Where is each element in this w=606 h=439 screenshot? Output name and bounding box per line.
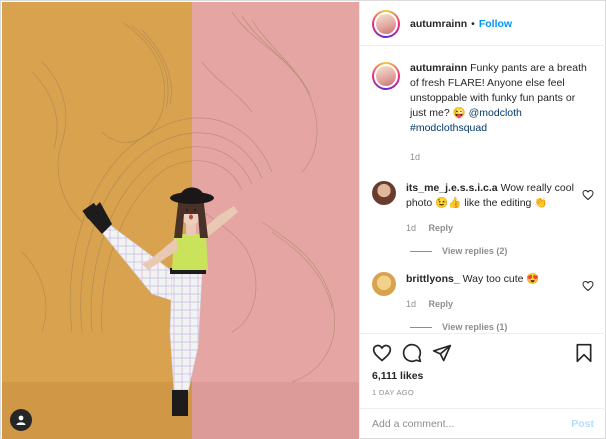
reply-button[interactable]: Reply — [429, 299, 454, 309]
comment-item: brittlyons_ Way too cute 😍 1d Reply — [372, 272, 594, 312]
comment-username[interactable]: brittlyons_ — [406, 273, 460, 285]
post-button[interactable]: Post — [571, 418, 594, 430]
header-username[interactable]: autumrainn — [410, 18, 467, 30]
post-timestamp[interactable]: 1 DAY AGO — [372, 388, 594, 397]
caption-hashtag[interactable]: #modclothsquad — [410, 122, 487, 134]
comment-time[interactable]: 1d — [406, 223, 416, 233]
comment-time[interactable]: 1d — [406, 299, 416, 309]
heart-icon[interactable] — [582, 189, 594, 201]
view-replies-label: View replies (1) — [442, 322, 508, 332]
caption-time[interactable]: 1d — [410, 152, 420, 162]
follow-button[interactable]: Follow — [479, 18, 512, 30]
post-side-panel: autumrainn • Follow autumrainn Funky pan… — [359, 2, 606, 439]
comment-item: its_me_j.e.s.s.i.c.a Wow really cool pho… — [372, 181, 594, 236]
comment-input[interactable] — [372, 418, 572, 430]
instagram-post: autumrainn • Follow autumrainn Funky pan… — [0, 0, 606, 439]
caption-avatar[interactable] — [372, 62, 400, 90]
view-replies-label: View replies (2) — [442, 246, 508, 256]
caption-meta: 1d — [410, 150, 594, 165]
comment-text: Way too cute 😍 — [462, 273, 540, 285]
view-replies-button[interactable]: View replies (1) — [410, 322, 594, 332]
bookmark-icon[interactable] — [574, 343, 594, 363]
comment-icon[interactable] — [402, 343, 422, 363]
post-header: autumrainn • Follow — [360, 2, 606, 46]
heart-icon[interactable] — [582, 280, 594, 292]
comment-avatar[interactable] — [372, 181, 396, 205]
comment-avatar[interactable] — [372, 272, 396, 296]
heart-icon[interactable] — [372, 343, 392, 363]
avatar[interactable] — [372, 9, 400, 38]
post-photo-illustration — [2, 2, 359, 439]
comment-username[interactable]: its_me_j.e.s.s.i.c.a — [406, 182, 498, 194]
action-icons — [372, 342, 594, 364]
comment-meta: 1d Reply — [406, 221, 574, 236]
likes-count[interactable]: 6,111 likes — [372, 370, 594, 382]
comments-section: autumrainn Funky pants are a breath of f… — [360, 47, 606, 333]
reply-button[interactable]: Reply — [429, 223, 454, 233]
post-image[interactable] — [2, 2, 359, 439]
replies-divider — [410, 250, 432, 252]
user-silhouette-icon — [16, 415, 26, 425]
comment-meta: 1d Reply — [406, 297, 574, 312]
user-tag-icon[interactable] — [10, 409, 32, 431]
view-replies-button[interactable]: View replies (2) — [410, 246, 594, 256]
caption-mention[interactable]: @modcloth — [469, 107, 522, 119]
share-icon[interactable] — [432, 343, 452, 363]
separator-dot: • — [471, 17, 475, 30]
post-actions: 6,111 likes 1 DAY AGO — [360, 333, 606, 397]
replies-divider — [410, 326, 432, 328]
comment-composer: Post — [360, 408, 606, 439]
caption-username[interactable]: autumrainn — [410, 62, 467, 74]
caption: autumrainn Funky pants are a breath of f… — [372, 61, 594, 165]
